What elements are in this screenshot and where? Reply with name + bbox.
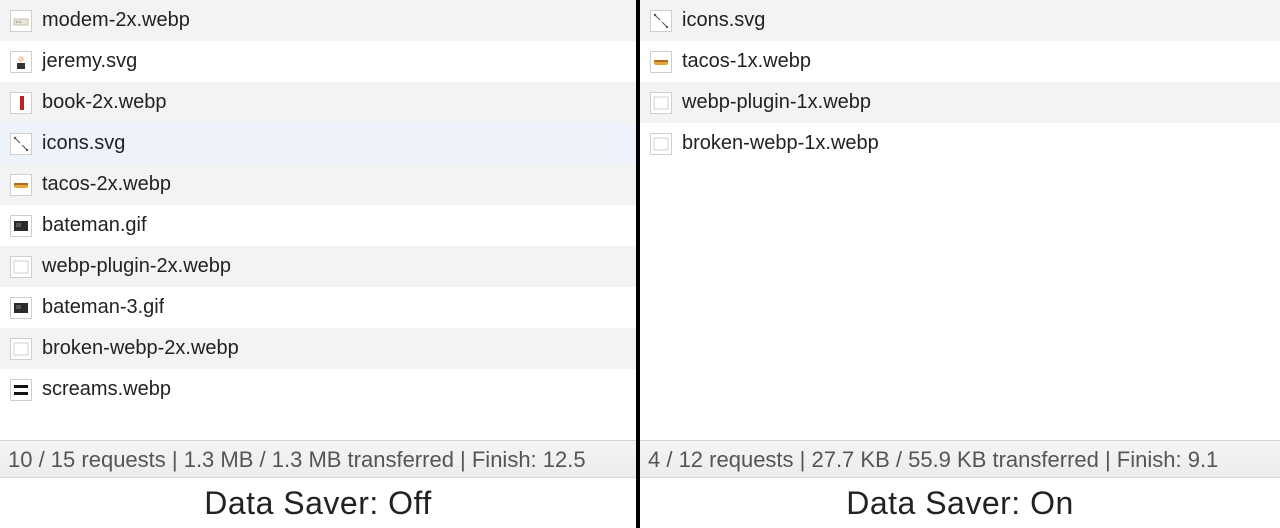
panel-spacer: [0, 410, 636, 440]
network-request-list-right: icons.svg tacos-1x.webp webp-plugin-1x.web…: [640, 0, 1280, 164]
panel-spacer: [640, 164, 1280, 440]
file-name: icons.svg: [42, 132, 125, 155]
file-name: bateman-3.gif: [42, 296, 164, 319]
caption-left: Data Saver: Off: [0, 478, 636, 528]
modem-icon: [10, 10, 32, 32]
network-request-row[interactable]: bateman.gif: [0, 205, 636, 246]
file-name: icons.svg: [682, 9, 765, 32]
file-name: book-2x.webp: [42, 91, 167, 114]
network-request-row[interactable]: bateman-3.gif: [0, 287, 636, 328]
file-name: screams.webp: [42, 378, 171, 401]
image-dark-icon: [10, 215, 32, 237]
network-request-row[interactable]: book-2x.webp: [0, 82, 636, 123]
taco-icon: [650, 51, 672, 73]
status-bar-right: 4 / 12 requests | 27.7 KB / 55.9 KB tran…: [640, 440, 1280, 478]
network-request-row[interactable]: tacos-1x.webp: [640, 41, 1280, 82]
network-request-row[interactable]: screams.webp: [0, 369, 636, 410]
image-dark-icon: [10, 297, 32, 319]
network-request-list-left: modem-2x.webp jeremy.svg book-2x.webp icons…: [0, 0, 636, 410]
image-blank-icon: [10, 256, 32, 278]
status-bar-left: 10 / 15 requests | 1.3 MB / 1.3 MB trans…: [0, 440, 636, 478]
file-name: tacos-2x.webp: [42, 173, 171, 196]
image-blank-icon: [650, 133, 672, 155]
network-request-row[interactable]: icons.svg: [0, 123, 636, 164]
network-request-row[interactable]: webp-plugin-1x.webp: [640, 82, 1280, 123]
book-icon: [10, 92, 32, 114]
network-request-row[interactable]: icons.svg: [640, 0, 1280, 41]
network-request-row[interactable]: broken-webp-1x.webp: [640, 123, 1280, 164]
file-name: broken-webp-1x.webp: [682, 132, 879, 155]
network-request-row[interactable]: modem-2x.webp: [0, 0, 636, 41]
file-name: tacos-1x.webp: [682, 50, 811, 73]
taco-icon: [10, 174, 32, 196]
file-name: bateman.gif: [42, 214, 147, 237]
svg-icon: [10, 133, 32, 155]
svg-icon: [650, 10, 672, 32]
file-name: jeremy.svg: [42, 50, 137, 73]
network-request-row[interactable]: webp-plugin-2x.webp: [0, 246, 636, 287]
image-blank-icon: [650, 92, 672, 114]
panel-data-saver-off: modem-2x.webp jeremy.svg book-2x.webp icons…: [0, 0, 640, 528]
comparison-container: modem-2x.webp jeremy.svg book-2x.webp icons…: [0, 0, 1280, 528]
network-request-row[interactable]: tacos-2x.webp: [0, 164, 636, 205]
network-request-row[interactable]: broken-webp-2x.webp: [0, 328, 636, 369]
caption-right: Data Saver: On: [640, 478, 1280, 528]
bars-icon: [10, 379, 32, 401]
network-request-row[interactable]: jeremy.svg: [0, 41, 636, 82]
file-name: webp-plugin-1x.webp: [682, 91, 871, 114]
file-name: webp-plugin-2x.webp: [42, 255, 231, 278]
file-name: modem-2x.webp: [42, 9, 190, 32]
panel-data-saver-on: icons.svg tacos-1x.webp webp-plugin-1x.web…: [640, 0, 1280, 528]
person-icon: [10, 51, 32, 73]
image-blank-icon: [10, 338, 32, 360]
file-name: broken-webp-2x.webp: [42, 337, 239, 360]
